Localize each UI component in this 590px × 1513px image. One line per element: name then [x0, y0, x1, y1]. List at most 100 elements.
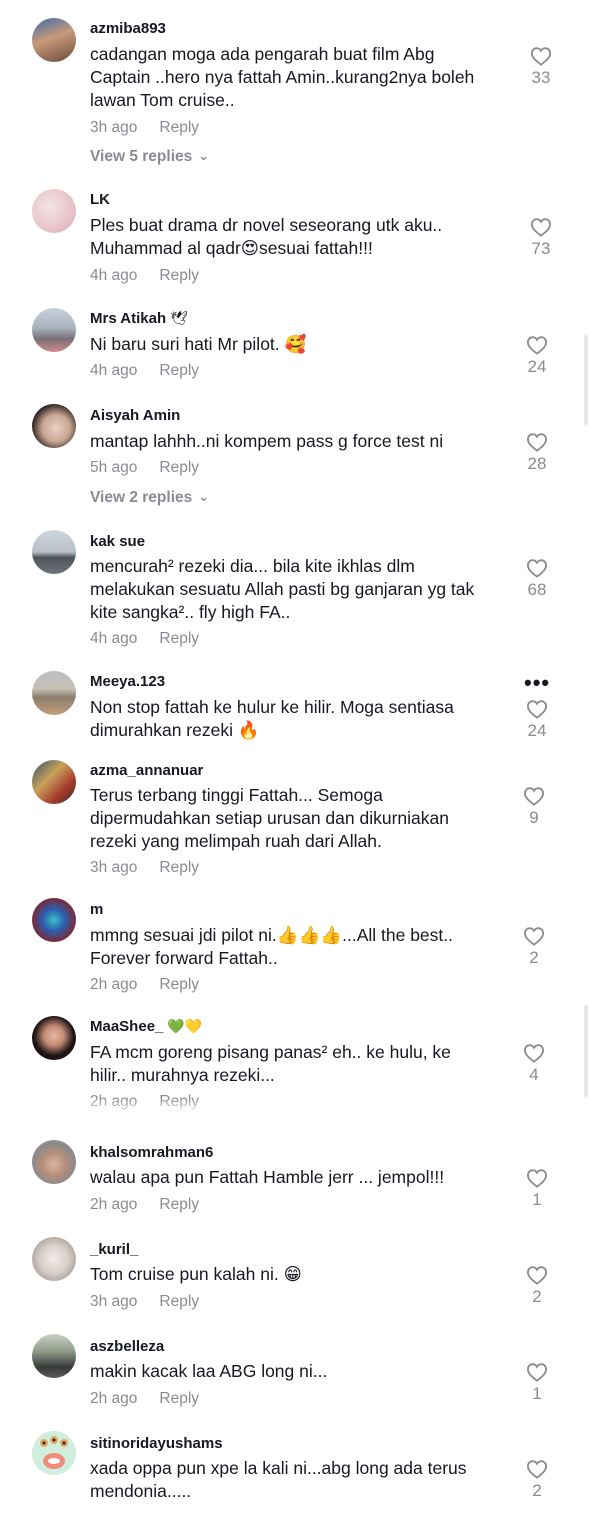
avatar[interactable] [32, 1016, 76, 1060]
like-button[interactable]: 24 [517, 699, 557, 741]
like-count: 2 [532, 1287, 542, 1306]
comment-username[interactable]: khalsomrahman6 [90, 1144, 213, 1161]
like-button[interactable]: 73 [521, 217, 561, 259]
avatar[interactable] [32, 530, 76, 574]
like-button[interactable]: 28 [517, 432, 557, 474]
avatar[interactable] [32, 898, 76, 942]
comment-username[interactable]: LK [90, 191, 110, 208]
comment-meta: 2h ago Reply [90, 1196, 199, 1214]
avatar[interactable] [32, 760, 76, 804]
avatar[interactable] [32, 1334, 76, 1378]
comment-text: Ni baru suri hati Mr pilot. 🥰 [90, 334, 307, 354]
comment-username[interactable]: azma_annanuar [90, 762, 203, 779]
like-button[interactable]: 68 [517, 558, 557, 600]
comment-text: mencurah² rezeki dia... bila kite ikhlas… [90, 556, 475, 622]
reply-button[interactable]: Reply [159, 1390, 199, 1407]
heart-outline-icon [523, 1044, 545, 1063]
scrollbar[interactable] [584, 335, 588, 425]
like-button[interactable]: 24 [517, 335, 557, 377]
reply-button[interactable]: Reply [159, 459, 199, 476]
like-count: 9 [529, 808, 539, 827]
comment-text: cadangan moga ada pengarah buat film Abg… [90, 44, 475, 110]
comment-username[interactable]: Meeya.123 [90, 673, 165, 690]
comment-username[interactable]: aszbelleza [90, 1338, 164, 1355]
heart-outline-icon [526, 1460, 548, 1479]
heart-outline-icon [530, 218, 552, 237]
comment-meta: 5h ago Reply [90, 459, 199, 477]
comment-time: 4h ago [90, 630, 138, 647]
reply-button[interactable]: Reply [159, 630, 199, 647]
reply-button[interactable]: Reply [159, 1196, 199, 1213]
comment-text: Terus terbang tinggi Fattah... Semoga di… [90, 785, 449, 851]
comment-username[interactable]: m [90, 901, 103, 918]
like-count: 68 [527, 580, 547, 599]
scrollbar[interactable] [584, 1005, 588, 1097]
heart-outline-icon [526, 433, 548, 452]
comment-time: 2h ago [90, 976, 138, 993]
chevron-down-icon: ⌄ [198, 148, 210, 163]
comment-username[interactable]: MaaShee_ 💚💛 [90, 1018, 202, 1035]
comment-username[interactable]: Aisyah Amin [90, 407, 180, 424]
comment-username[interactable]: azmiba893 [90, 20, 166, 37]
comment-text: mantap lahhh..ni kompem pass g force tes… [90, 431, 444, 451]
avatar[interactable] [32, 1431, 76, 1475]
cartoon-avatar-icon [32, 1431, 76, 1475]
comment-text: Non stop fattah ke hulur ke hilir. Moga … [90, 697, 454, 740]
dove-icon: 🕊 [170, 310, 188, 326]
like-count: 4 [529, 1065, 539, 1084]
comment-meta: 3h ago Reply [90, 119, 199, 137]
comment-time: 3h ago [90, 119, 138, 136]
like-button[interactable]: 1 [517, 1168, 557, 1210]
like-button[interactable]: 1 [517, 1362, 557, 1404]
comment-username-text: MaaShee_ [90, 1018, 164, 1035]
comment-meta: 4h ago Reply [90, 267, 199, 285]
like-button[interactable]: 2 [517, 1265, 557, 1307]
more-options-icon[interactable]: ••• [524, 672, 550, 694]
comment-meta: 4h ago Reply [90, 362, 199, 380]
heart-outline-icon [523, 787, 545, 806]
heart-outline-icon [526, 700, 548, 719]
avatar[interactable] [32, 1237, 76, 1281]
like-button[interactable]: 9 [514, 786, 554, 828]
reply-button[interactable]: Reply [159, 859, 199, 876]
like-button[interactable]: 33 [521, 46, 561, 88]
comment-meta: 3h ago Reply [90, 859, 199, 877]
comment-text: Tom cruise pun kalah ni. 😁 [90, 1264, 302, 1284]
view-replies-button[interactable]: View 5 replies ⌄ [90, 148, 209, 166]
comment-time: 2h ago [90, 1390, 138, 1407]
comment-username[interactable]: kak sue [90, 533, 145, 550]
avatar[interactable] [32, 189, 76, 233]
comment-time: 4h ago [90, 267, 138, 284]
comment-time: 2h ago [90, 1196, 138, 1213]
like-count: 1 [532, 1190, 542, 1209]
reply-button[interactable]: Reply [159, 1293, 199, 1310]
reply-button[interactable]: Reply [159, 976, 199, 993]
comment-meta: 4h ago Reply [90, 630, 199, 648]
like-count: 33 [531, 68, 551, 87]
view-replies-button[interactable]: View 2 replies ⌄ [90, 489, 209, 507]
like-button[interactable]: 2 [514, 926, 554, 968]
like-button[interactable]: 2 [517, 1459, 557, 1501]
avatar[interactable] [32, 308, 76, 352]
heart-outline-icon [526, 1363, 548, 1382]
comment-username[interactable]: sitinoridayushams [90, 1435, 223, 1452]
comment-username[interactable]: _kuril_ [90, 1241, 138, 1258]
like-button[interactable]: 4 [514, 1043, 554, 1085]
like-count: 24 [527, 721, 547, 740]
reply-button[interactable]: Reply [159, 362, 199, 379]
like-count: 2 [532, 1481, 542, 1500]
avatar[interactable] [32, 18, 76, 62]
view-replies-label: View 5 replies [90, 148, 193, 165]
avatar[interactable] [32, 404, 76, 448]
heart-emoji-icon: 💚💛 [167, 1018, 203, 1034]
view-replies-label: View 2 replies [90, 489, 193, 506]
avatar[interactable] [32, 1140, 76, 1184]
reply-button[interactable]: Reply [159, 119, 199, 136]
comment-meta: 2h ago Reply [90, 976, 199, 994]
reply-button[interactable]: Reply [159, 267, 199, 284]
comment-username[interactable]: Mrs Atikah 🕊 [90, 310, 188, 327]
avatar[interactable] [32, 671, 76, 715]
comment-text: mmng sesuai jdi pilot ni.👍👍👍...All the b… [90, 925, 454, 968]
like-count: 1 [532, 1384, 542, 1403]
comment-time: 3h ago [90, 859, 138, 876]
